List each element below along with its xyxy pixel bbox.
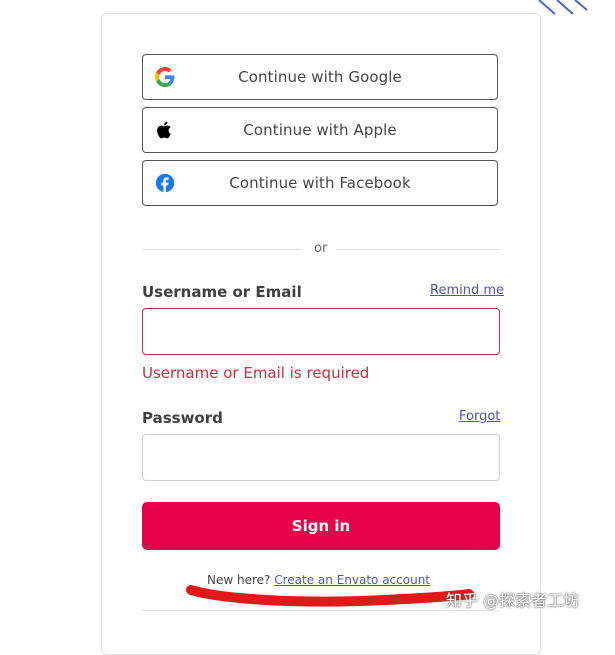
continue-with-apple-button[interactable]: Continue with Apple <box>142 107 498 153</box>
or-divider: or <box>142 241 500 259</box>
username-label: Username or Email <box>142 283 302 301</box>
continue-with-google-button[interactable]: Continue with Google <box>142 54 498 100</box>
password-input[interactable] <box>142 434 500 481</box>
or-text: or <box>314 241 328 256</box>
decorative-lines <box>538 0 588 15</box>
red-marker-annotation <box>186 585 474 607</box>
apple-button-label: Continue with Apple <box>243 121 397 139</box>
continue-with-facebook-button[interactable]: Continue with Facebook <box>142 160 498 206</box>
facebook-button-label: Continue with Facebook <box>229 174 411 192</box>
google-button-label: Continue with Google <box>238 68 402 86</box>
sign-in-button[interactable]: Sign in <box>142 502 500 550</box>
remind-me-link[interactable]: Remind me <box>430 283 504 298</box>
watermark-text: 知乎 @探索者工坊 <box>446 591 580 610</box>
divider-line-left <box>142 249 302 250</box>
password-label: Password <box>142 409 223 427</box>
divider-line-right <box>336 249 500 250</box>
forgot-password-link[interactable]: Forgot <box>459 409 500 424</box>
username-error-message: Username or Email is required <box>142 364 370 382</box>
username-input[interactable] <box>142 308 500 355</box>
